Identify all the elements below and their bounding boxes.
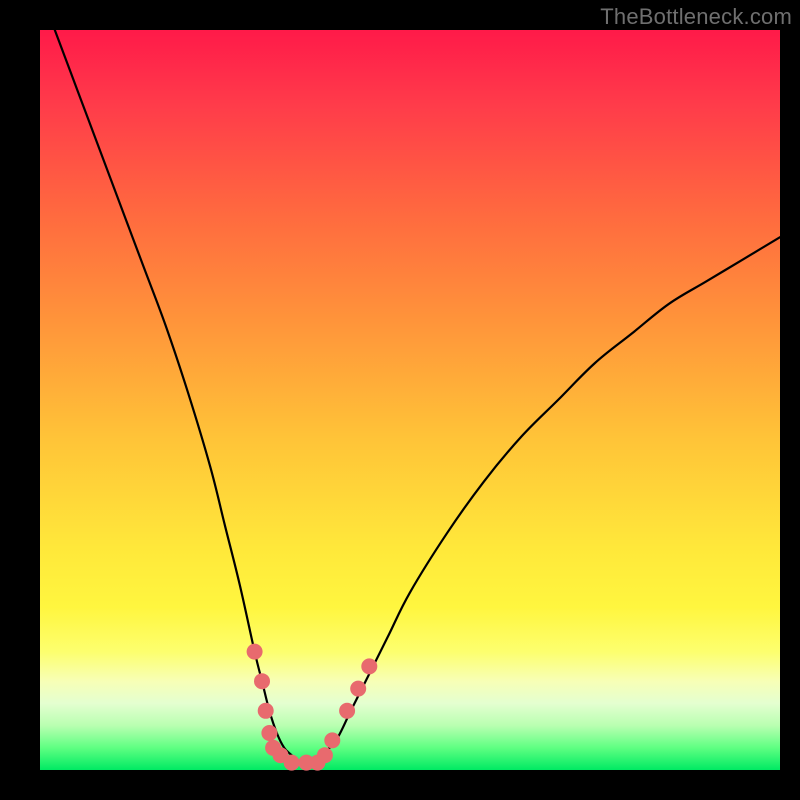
curve-marker [351, 681, 366, 696]
curve-marker [247, 644, 262, 659]
curve-marker [262, 726, 277, 741]
chart-frame: TheBottleneck.com [0, 0, 800, 800]
bottleneck-curve [55, 30, 780, 763]
curve-marker [340, 703, 355, 718]
plot-area [40, 30, 780, 770]
curve-svg [40, 30, 780, 770]
curve-marker [362, 659, 377, 674]
curve-marker [255, 674, 270, 689]
curve-marker [317, 748, 332, 763]
watermark-text: TheBottleneck.com [600, 4, 792, 30]
curve-marker [284, 755, 299, 770]
curve-marker [325, 733, 340, 748]
curve-marker [258, 703, 273, 718]
curve-markers [247, 644, 377, 770]
